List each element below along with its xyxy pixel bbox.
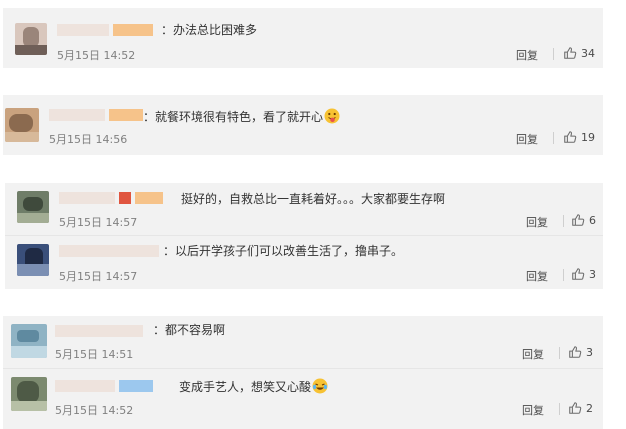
- username-blurred[interactable]: [55, 324, 143, 338]
- comment-card: ：办法总比困难多 5月15日 14:52 回复 34: [3, 8, 603, 68]
- tongue-emoji-icon: [324, 108, 340, 124]
- thumbs-up-icon: [572, 268, 585, 280]
- username-blurred[interactable]: [49, 108, 143, 122]
- laugh-cry-emoji-icon: [312, 378, 328, 394]
- comment-text: 变成手艺人，想笑又心酸: [179, 378, 328, 395]
- username-blurred[interactable]: [59, 191, 163, 205]
- avatar[interactable]: [11, 324, 47, 358]
- like-count: 6: [589, 213, 596, 227]
- comment-text: ：以后开学孩子们可以改善生活了，撸串子。: [163, 244, 404, 258]
- reply-button[interactable]: 回复: [522, 402, 544, 418]
- like-button[interactable]: 19: [563, 130, 595, 144]
- comment-text: ：都不容易啊: [153, 323, 226, 337]
- thumbs-up-icon: [564, 131, 577, 143]
- comment-row: ：办法总比困难多 5月15日 14:52 回复 34: [3, 11, 603, 65]
- divider: [559, 403, 560, 415]
- like-count: 3: [586, 345, 593, 359]
- avatar[interactable]: [15, 23, 47, 55]
- comment-card: ：都不容易啊 5月15日 14:51 回复 3 变成手艺人，想笑又心酸 5月15…: [3, 316, 603, 429]
- divider: [559, 347, 560, 359]
- avatar[interactable]: [11, 377, 47, 411]
- comment-time: 5月15日 14:51: [55, 348, 134, 361]
- divider: [563, 215, 564, 227]
- comment-time: 5月15日 14:57: [59, 270, 138, 283]
- thumbs-up-icon: [564, 47, 577, 59]
- comment-time: 5月15日 14:52: [55, 404, 134, 417]
- comment-card: 挺好的，自救总比一直耗着好。。。大家都要生存啊 5月15日 14:57 回复 6…: [5, 183, 603, 289]
- reply-button[interactable]: 回复: [526, 268, 548, 284]
- like-count: 2: [586, 401, 593, 415]
- divider: [553, 132, 554, 144]
- comment-row: ：都不容易啊 5月15日 14:51 回复 3: [3, 316, 603, 370]
- like-button[interactable]: 3: [568, 345, 593, 359]
- like-count: 19: [581, 130, 595, 144]
- divider: [563, 269, 564, 281]
- reply-button[interactable]: 回复: [516, 47, 538, 63]
- reply-button[interactable]: 回复: [522, 346, 544, 362]
- like-count: 3: [589, 267, 596, 281]
- reply-button[interactable]: 回复: [516, 131, 538, 147]
- comment-time: 5月15日 14:56: [49, 133, 128, 146]
- comment-time: 5月15日 14:57: [59, 216, 138, 229]
- comment-text: 挺好的，自救总比一直耗着好。。。大家都要生存啊: [181, 192, 446, 206]
- comment-row: 挺好的，自救总比一直耗着好。。。大家都要生存啊 5月15日 14:57 回复 6: [5, 183, 603, 237]
- comment-card: ：就餐环境很有特色，看了就开心 5月15日 14:56 回复 19: [3, 95, 603, 155]
- like-button[interactable]: 3: [571, 267, 596, 281]
- comment-text: ：就餐环境很有特色，看了就开心: [143, 108, 340, 125]
- like-button[interactable]: 6: [571, 213, 596, 227]
- like-button[interactable]: 2: [568, 401, 593, 415]
- avatar[interactable]: [17, 191, 49, 223]
- comment-time: 5月15日 14:52: [57, 49, 136, 62]
- thumbs-up-icon: [569, 346, 582, 358]
- thumbs-up-icon: [572, 214, 585, 226]
- comment-row: 变成手艺人，想笑又心酸 5月15日 14:52 回复 2: [3, 368, 603, 423]
- username-blurred[interactable]: [55, 379, 153, 393]
- comment-text: ：办法总比困难多: [161, 23, 258, 37]
- comment-row: ：就餐环境很有特色，看了就开心 5月15日 14:56 回复 19: [3, 98, 603, 152]
- avatar[interactable]: [5, 108, 39, 142]
- like-button[interactable]: 34: [563, 46, 595, 60]
- reply-button[interactable]: 回复: [526, 214, 548, 230]
- like-count: 34: [581, 46, 595, 60]
- thumbs-up-icon: [569, 402, 582, 414]
- divider: [553, 48, 554, 60]
- username-blurred[interactable]: [57, 23, 153, 37]
- username-blurred[interactable]: [59, 244, 159, 258]
- avatar[interactable]: [17, 244, 49, 276]
- comment-row: ：以后开学孩子们可以改善生活了，撸串子。 5月15日 14:57 回复 3: [5, 235, 603, 290]
